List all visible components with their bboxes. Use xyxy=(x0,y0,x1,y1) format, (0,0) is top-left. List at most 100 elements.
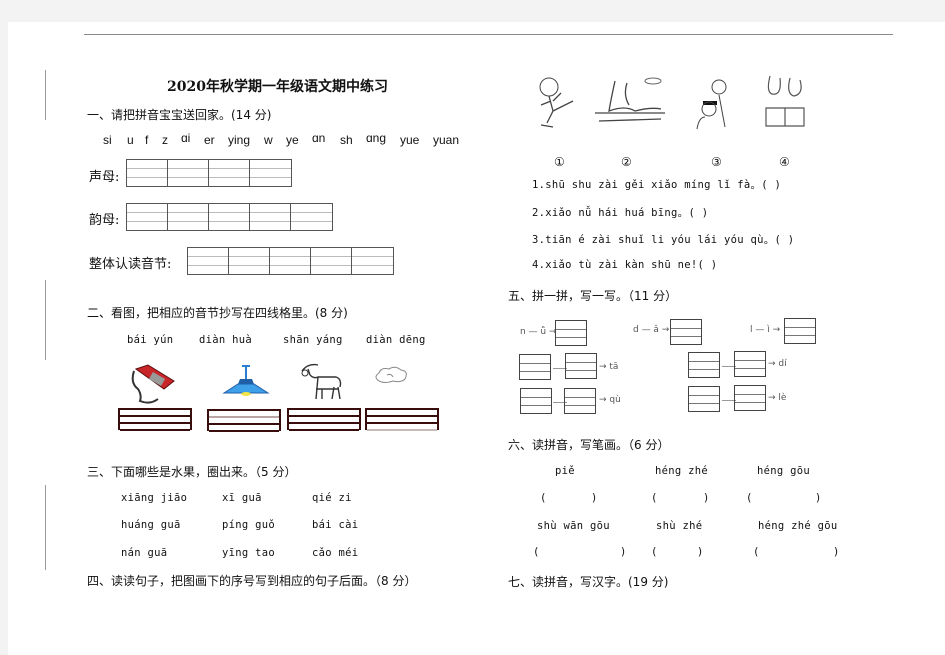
stroke-pinyin: héng gōu xyxy=(757,465,810,477)
picture-number: ④ xyxy=(779,155,790,169)
stroke-pinyin: piě xyxy=(555,465,575,477)
four-line-grid[interactable] xyxy=(365,408,439,431)
spelling-answer-box[interactable] xyxy=(688,352,720,378)
spelling-answer-box[interactable] xyxy=(688,386,720,412)
grid-cell[interactable] xyxy=(168,160,209,186)
spelling-prompt: l — ì → xyxy=(750,325,781,335)
picture-number: ③ xyxy=(711,155,722,169)
whole-syllables-writing-grid[interactable] xyxy=(187,247,394,275)
grid-cell[interactable] xyxy=(209,204,250,230)
paren-open: ( xyxy=(540,492,547,504)
spelling-prompt: n — ǚ → xyxy=(520,327,557,337)
pinyin-label: diàn huà xyxy=(199,334,252,346)
pinyin-letter: yuan xyxy=(433,133,460,147)
stroke-pinyin: héng zhé gōu xyxy=(758,520,838,532)
spelling-answer-box[interactable] xyxy=(520,388,552,414)
spelling-result: → dí xyxy=(768,359,787,369)
pinyin-letter: sh xyxy=(340,133,353,147)
pinyin-letter: w xyxy=(264,133,273,147)
paren-open: ( xyxy=(533,546,540,558)
grid-cell[interactable] xyxy=(270,248,311,274)
spelling-answer-box[interactable] xyxy=(734,351,766,377)
pinyin-letter: z xyxy=(162,133,168,147)
spelling-result: → qù xyxy=(599,395,621,405)
pinyin-letter: si xyxy=(103,133,112,147)
four-line-grid[interactable] xyxy=(287,408,361,431)
spelling-answer-box[interactable] xyxy=(670,319,702,345)
grid-cell[interactable] xyxy=(250,204,291,230)
section-4-heading: 四、读读句子，把图画下的序号写到相应的句子后面。（8 分） xyxy=(87,574,417,588)
spelling-answer-box[interactable] xyxy=(784,318,816,344)
header-rule xyxy=(84,34,893,35)
finals-label: 韵母: xyxy=(89,213,120,228)
section-1-heading: 一、请把拼音宝宝送回家。(14 分) xyxy=(87,108,272,122)
initials-label: 声母: xyxy=(89,170,120,185)
grid-cell[interactable] xyxy=(127,204,168,230)
pinyin-letter: ying xyxy=(228,133,251,147)
grid-cell[interactable] xyxy=(168,204,209,230)
pinyin-letter: ɑi xyxy=(181,131,191,145)
fruit-option[interactable]: bái cài xyxy=(312,519,358,531)
paren-close: ) xyxy=(703,492,710,504)
paren-close: ) xyxy=(815,492,822,504)
sentence[interactable]: 3.tiān é zài shuǐ li yóu lái yóu qù。( ) xyxy=(532,232,794,247)
spelling-answer-box[interactable] xyxy=(555,320,587,346)
pinyin-letter: f xyxy=(145,133,149,147)
paren-open: ( xyxy=(746,492,753,504)
fruit-option[interactable]: xiāng jiāo xyxy=(121,492,187,504)
spelling-prompt: d — ǎ → xyxy=(633,325,670,335)
grid-cell[interactable] xyxy=(229,248,270,274)
pinyin-label: diàn dēng xyxy=(366,334,426,346)
stroke-pinyin: shù zhé xyxy=(656,520,703,532)
fruit-option[interactable]: yīng tao xyxy=(222,547,275,559)
binding-margin-mark xyxy=(45,280,46,360)
spelling-answer-box[interactable] xyxy=(734,385,766,411)
paren-close: ) xyxy=(591,492,598,504)
grid-cell[interactable] xyxy=(291,204,332,230)
four-line-grid[interactable] xyxy=(118,408,192,431)
section-2-heading: 二、看图，把相应的音节抄写在四线格里。(8 分) xyxy=(87,306,348,320)
fruit-option[interactable]: xī guā xyxy=(222,492,262,504)
fruit-option[interactable]: qié zi xyxy=(312,492,352,504)
finals-writing-grid[interactable] xyxy=(126,203,333,231)
fruit-option[interactable]: huáng guā xyxy=(121,519,181,531)
sentence[interactable]: 1.shū shu zài gěi xiǎo míng lǐ fà。( ) xyxy=(532,177,781,192)
section-7-heading: 七、读拼音，写汉字。(19 分) xyxy=(508,575,669,589)
skating-boy-icon xyxy=(539,77,574,128)
paren-close: ) xyxy=(833,546,840,558)
section-3-heading: 三、下面哪些是水果，圈出来。（5 分） xyxy=(87,465,297,479)
fruit-option[interactable]: nán guā xyxy=(121,547,167,559)
grid-cell[interactable] xyxy=(311,248,352,274)
paren-open: ( xyxy=(651,546,658,558)
sentence[interactable]: 4.xiǎo tù zài kàn shū ne!( ) xyxy=(532,259,717,271)
fruit-option[interactable]: cǎo méi xyxy=(312,547,358,559)
sentence[interactable]: 2.xiǎo nǚ hái huá bīng。( ) xyxy=(532,205,708,220)
whole-syllables-label: 整体认读音节: xyxy=(89,257,172,272)
pinyin-letter: yue xyxy=(400,133,420,147)
stroke-pinyin: shù wān gōu xyxy=(537,520,610,532)
grid-cell[interactable] xyxy=(127,160,168,186)
section-5-heading: 五、拼一拼，写一写。（11 分） xyxy=(508,289,678,303)
paren-close: ) xyxy=(620,546,627,558)
paren-close: ) xyxy=(697,546,704,558)
pinyin-letter: ɑn xyxy=(312,131,326,145)
pinyin-label: bái yún xyxy=(127,334,174,346)
spelling-result: → lè xyxy=(768,393,787,403)
ceiling-lamp-icon xyxy=(222,365,270,396)
spelling-answer-box[interactable] xyxy=(519,354,551,380)
pinyin-letter: er xyxy=(204,133,215,147)
grid-cell[interactable] xyxy=(352,248,393,274)
fruit-option[interactable]: píng guǒ xyxy=(222,519,275,531)
telephone-icon xyxy=(131,364,175,404)
grid-cell[interactable] xyxy=(188,248,229,274)
binding-margin-mark xyxy=(45,485,46,570)
initials-writing-grid[interactable] xyxy=(126,159,292,187)
grid-cell[interactable] xyxy=(209,160,250,186)
spelling-answer-box[interactable] xyxy=(565,353,597,379)
grid-cell[interactable] xyxy=(250,160,291,186)
spelling-answer-box[interactable] xyxy=(564,388,596,414)
barber-icon xyxy=(696,79,727,130)
binding-margin-mark xyxy=(45,70,46,120)
pinyin-letter: ɑng xyxy=(366,131,387,145)
four-line-grid[interactable] xyxy=(207,409,281,432)
